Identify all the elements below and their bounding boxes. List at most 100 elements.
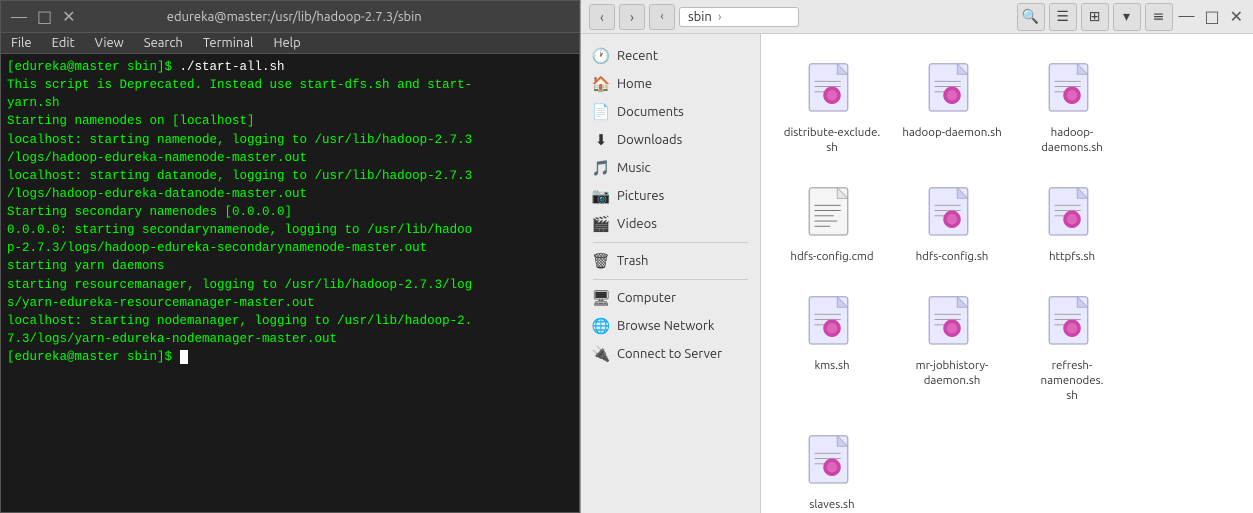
terminal-menu-help[interactable]: Help [263, 33, 310, 53]
terminal-line: s/yarn-edureka-resourcemanager-master.ou… [7, 294, 573, 312]
terminal-line: localhost: starting nodemanager, logging… [7, 312, 573, 330]
trash-icon: 🗑 [593, 253, 609, 269]
terminal-menu-search[interactable]: Search [134, 33, 193, 53]
file-label: slaves.sh [809, 498, 854, 513]
sidebar-item-music[interactable]: 🎵 Music [581, 154, 760, 182]
sidebar-item-recent[interactable]: 🕐 Recent [581, 42, 760, 70]
terminal-line: 0.0.0.0: starting secondarynamenode, log… [7, 221, 573, 239]
sidebar-item-label: Trash [617, 254, 648, 268]
terminal-titlebar: — □ ✕ edureka@master:/usr/lib/hadoop-2.7… [1, 1, 579, 33]
file-icon [800, 430, 864, 494]
sidebar-item-label: Browse Network [617, 319, 714, 333]
sidebar-item-trash[interactable]: 🗑 Trash [581, 247, 760, 275]
fm-body: 🕐 Recent 🏠 Home 📄 Documents ⬇ Downloads … [581, 34, 1253, 513]
file-label: hdfs-config.cmd [790, 250, 873, 265]
fm-content: distribute-exclude.sh hado [761, 34, 1253, 513]
file-label: refresh-namenodes.sh [1021, 359, 1123, 404]
browse-network-icon: 🌐 [593, 318, 609, 334]
terminal-menu-edit[interactable]: Edit [42, 33, 85, 53]
file-item[interactable]: slaves.sh [777, 422, 887, 513]
script-file-icon [924, 62, 980, 118]
fm-minimize-button[interactable]: — [1177, 7, 1197, 26]
sidebar-item-home[interactable]: 🏠 Home [581, 70, 760, 98]
terminal-menu-file[interactable]: File [1, 33, 42, 53]
file-icon [800, 58, 864, 122]
sidebar-item-label: Computer [617, 291, 676, 305]
script-file-icon [804, 62, 860, 118]
file-label: hadoop-daemons.sh [1021, 126, 1123, 156]
sidebar-item-connect-to-server[interactable]: 🔌 Connect to Server [581, 340, 760, 368]
terminal-maximize-button[interactable]: □ [35, 9, 54, 25]
sidebar-item-label: Documents [617, 105, 684, 119]
sidebar-item-pictures[interactable]: 📷 Pictures [581, 182, 760, 210]
fm-forward-button[interactable]: › [619, 4, 645, 30]
sidebar-item-videos[interactable]: 🎬 Videos [581, 210, 760, 238]
terminal-prompt-line: [edureka@master sbin]$ [7, 348, 573, 366]
file-icon [1040, 182, 1104, 246]
file-item[interactable]: distribute-exclude.sh [777, 50, 887, 164]
terminal-line: Starting secondary namenodes [0.0.0.0] [7, 203, 573, 221]
file-item[interactable]: hdfs-config.sh [897, 174, 1007, 273]
fm-search-button[interactable]: 🔍 [1017, 3, 1045, 31]
fm-location-arrow: › [718, 10, 722, 24]
fm-location-bar[interactable]: sbin › [679, 7, 799, 27]
sidebar-item-documents[interactable]: 📄 Documents [581, 98, 760, 126]
file-item[interactable]: refresh-namenodes.sh [1017, 283, 1127, 412]
filemanager-window: ‹ › ‹ sbin › 🔍 ☰ ⊞ ▾ ≡ — □ ✕ 🕐 Re [580, 0, 1253, 513]
terminal-menu-terminal[interactable]: Terminal [193, 33, 264, 53]
file-item[interactable]: hadoop-daemon.sh [897, 50, 1007, 164]
sidebar-separator [593, 242, 748, 243]
computer-icon: 🖥 [593, 290, 609, 306]
terminal-line: /logs/hadoop-edureka-namenode-master.out [7, 149, 573, 167]
terminal-minimize-button[interactable]: — [9, 9, 29, 25]
script-file-icon [1044, 186, 1100, 242]
file-icon [920, 291, 984, 355]
file-item[interactable]: hdfs-config.cmd [777, 174, 887, 273]
recent-icon: 🕐 [593, 48, 609, 64]
script-file-icon [804, 434, 860, 490]
fm-location-text: sbin [688, 10, 712, 24]
fm-close-button[interactable]: ✕ [1228, 7, 1245, 26]
file-icon [1040, 291, 1104, 355]
sidebar-item-computer[interactable]: 🖥 Computer [581, 284, 760, 312]
terminal-menubar: File Edit View Search Terminal Help [1, 33, 579, 54]
terminal-body[interactable]: [edureka@master sbin]$ ./start-all.sh Th… [1, 54, 579, 512]
terminal-line: This script is Deprecated. Instead use s… [7, 76, 573, 94]
fm-grid-view-button[interactable]: ⊞ [1081, 3, 1109, 31]
fm-up-button[interactable]: ‹ [649, 4, 675, 30]
fm-back-button[interactable]: ‹ [589, 4, 615, 30]
terminal-close-button[interactable]: ✕ [60, 9, 77, 25]
terminal-controls[interactable]: — □ ✕ [9, 9, 77, 25]
terminal-line: [edureka@master sbin]$ ./start-all.sh [7, 58, 573, 76]
sidebar-item-browse-network[interactable]: 🌐 Browse Network [581, 312, 760, 340]
terminal-line: /logs/hadoop-edureka-datanode-master.out [7, 185, 573, 203]
file-item[interactable]: kms.sh [777, 283, 887, 412]
sidebar-item-label: Music [617, 161, 651, 175]
videos-icon: 🎬 [593, 216, 609, 232]
fm-list-view-button[interactable]: ☰ [1049, 3, 1077, 31]
sidebar-item-downloads[interactable]: ⬇ Downloads [581, 126, 760, 154]
fm-sidebar: 🕐 Recent 🏠 Home 📄 Documents ⬇ Downloads … [581, 34, 761, 513]
fm-titlebar: ‹ › ‹ sbin › 🔍 ☰ ⊞ ▾ ≡ — □ ✕ [581, 0, 1253, 34]
script-file-icon [1044, 295, 1100, 351]
fm-menu-button[interactable]: ≡ [1145, 3, 1173, 31]
sidebar-item-label: Pictures [617, 189, 664, 203]
fm-toolbar-right: 🔍 ☰ ⊞ ▾ ≡ — □ ✕ [1017, 3, 1245, 31]
file-label: hadoop-daemon.sh [902, 126, 1001, 141]
terminal-menu-view[interactable]: View [85, 33, 134, 53]
file-label: mr-jobhistory-daemon.sh [916, 359, 989, 389]
terminal-line: starting resourcemanager, logging to /us… [7, 276, 573, 294]
fm-maximize-button[interactable]: □ [1202, 7, 1221, 26]
file-label: distribute-exclude.sh [784, 126, 881, 156]
downloads-icon: ⬇ [593, 132, 609, 148]
file-item[interactable]: httpfs.sh [1017, 174, 1127, 273]
fm-view-options-button[interactable]: ▾ [1113, 3, 1141, 31]
home-icon: 🏠 [593, 76, 609, 92]
file-label: kms.sh [814, 359, 849, 374]
file-icon [1040, 58, 1104, 122]
sidebar-item-label: Downloads [617, 133, 682, 147]
script-file-icon [924, 295, 980, 351]
file-item[interactable]: hadoop-daemons.sh [1017, 50, 1127, 164]
file-item[interactable]: mr-jobhistory-daemon.sh [897, 283, 1007, 412]
file-icon [920, 182, 984, 246]
